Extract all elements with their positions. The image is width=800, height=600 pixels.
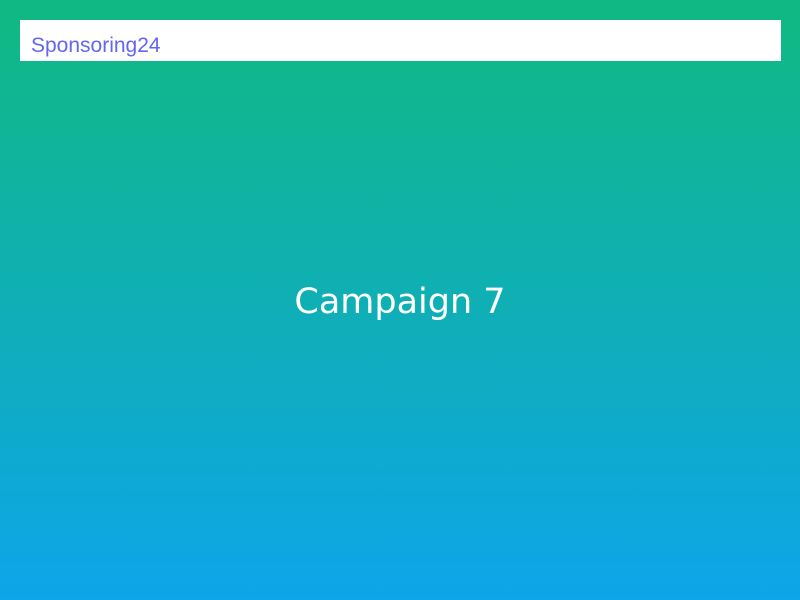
brand-header-bar: Sponsoring24 — [20, 20, 781, 61]
brand-logo-link[interactable]: Sponsoring24 — [31, 33, 161, 59]
campaign-title: Campaign 7 — [294, 282, 506, 322]
page-background: Sponsoring24 Campaign 7 — [0, 0, 800, 600]
